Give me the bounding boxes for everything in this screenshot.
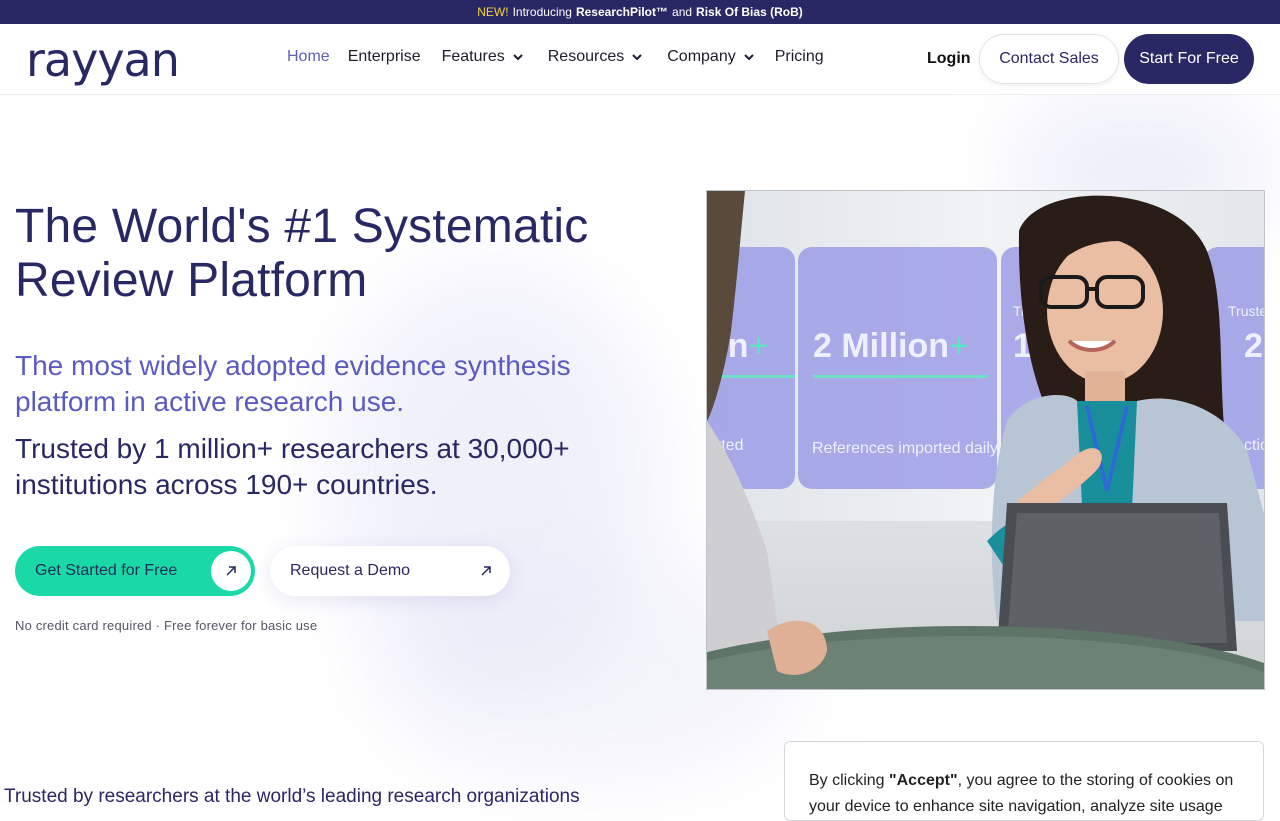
hero-photo: on+ arted 2 Million+ References imported… [706, 190, 1265, 690]
announcement-intro: Introducing [512, 5, 572, 19]
announcement-and: and [672, 5, 693, 19]
hero-subtitle: The most widely adopted evidence synthes… [15, 350, 571, 417]
main-nav: Home Enterprise Features Resources Compa… [287, 48, 842, 66]
rayyan-logo[interactable]: rayyan [26, 37, 180, 83]
announcement-new-label: NEW! [477, 5, 509, 19]
nav-item-home[interactable]: Home [287, 48, 330, 66]
nav-item-label: Pricing [774, 48, 824, 65]
chevron-down-icon [513, 54, 523, 61]
nav-item-label: Enterprise [347, 48, 421, 65]
trusted-by-heading: Trusted by researchers at the world’s le… [4, 786, 580, 807]
nav-item-label: Home [287, 48, 330, 65]
get-started-label: Get Started for Free [35, 562, 178, 579]
chevron-down-icon [744, 54, 754, 61]
contact-sales-button[interactable]: Contact Sales [979, 34, 1119, 84]
hero-title-line1: The World's #1 Systematic [15, 200, 589, 253]
hero-title: The World's #1 Systematic Review Platfor… [15, 200, 655, 308]
nav-item-label: Resources [547, 48, 625, 65]
login-link[interactable]: Login [927, 50, 971, 68]
nav-item-label: Features [441, 48, 505, 65]
cookie-accept-word: "Accept" [889, 772, 958, 789]
arrow-up-right-icon [476, 561, 496, 581]
announcement-bar[interactable]: NEW! Introducing ResearchPilot™ and Risk… [0, 0, 1280, 24]
nav-item-resources[interactable]: Resources [548, 48, 644, 66]
cookie-banner: By clicking "Accept", you agree to the s… [784, 741, 1264, 821]
announcement-product-one[interactable]: ResearchPilot™ [576, 5, 668, 19]
site-header: rayyan Home Enterprise Features Resource… [0, 24, 1280, 95]
cookie-prefix: By clicking [809, 772, 890, 789]
nav-item-company[interactable]: Company [667, 48, 755, 66]
hero-trust-text: Trusted by 1 million+ researchers at 30,… [15, 433, 570, 500]
chevron-down-icon [632, 54, 642, 61]
get-started-button[interactable]: Get Started for Free [15, 546, 255, 596]
fine-print: No credit card required · Free forever f… [15, 618, 318, 633]
woman-illustration [707, 191, 1264, 689]
nav-item-enterprise[interactable]: Enterprise [348, 48, 421, 66]
nav-item-label: Company [667, 48, 736, 65]
announcement-product-two[interactable]: Risk Of Bias (RoB) [696, 5, 803, 19]
start-for-free-button[interactable]: Start For Free [1124, 34, 1254, 84]
hero-title-line2: Review Platform [15, 254, 368, 307]
nav-item-features[interactable]: Features [442, 48, 525, 66]
request-demo-label: Request a Demo [290, 562, 411, 579]
nav-item-pricing[interactable]: Pricing [775, 48, 824, 66]
request-demo-button[interactable]: Request a Demo [270, 546, 510, 596]
arrow-up-right-icon [211, 551, 251, 591]
